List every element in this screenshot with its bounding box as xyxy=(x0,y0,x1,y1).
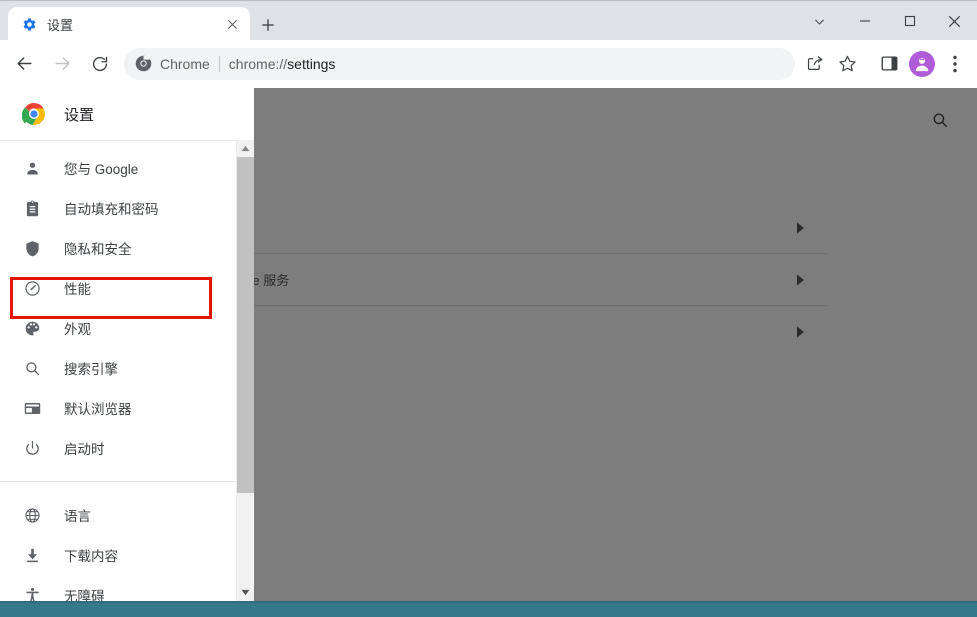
sidebar-item-label: 性能 xyxy=(64,282,91,297)
omnibox-chrome-label: Chrome xyxy=(160,55,210,72)
maximize-button[interactable] xyxy=(887,1,932,41)
sidebar-item-languages[interactable]: 语言 xyxy=(0,495,253,535)
sidebar-header: 设置 xyxy=(0,88,253,140)
sidebar-item-label: 外观 xyxy=(64,322,91,337)
settings-card-row-dimmed[interactable]: 置 xyxy=(213,306,827,357)
tab-strip: 设置 xyxy=(0,0,977,41)
desktop-taskbar xyxy=(0,601,977,617)
scrollbar-thumb[interactable] xyxy=(237,157,254,493)
sidebar-item-performance[interactable]: 性能 xyxy=(0,268,253,308)
download-icon xyxy=(22,545,42,565)
sidebar-item-label: 无障碍 xyxy=(64,589,105,601)
sidebar-item-on-startup[interactable]: 启动时 xyxy=(0,428,253,468)
sidebar-item-label: 您与 Google xyxy=(64,162,139,177)
scroll-down-arrow-icon[interactable] xyxy=(237,584,254,601)
reload-icon[interactable] xyxy=(84,48,116,80)
sidebar-item-downloads[interactable]: 下载内容 xyxy=(0,535,253,575)
power-icon xyxy=(22,438,42,458)
omnibox-separator xyxy=(218,55,220,72)
browser-tab-settings[interactable]: 设置 xyxy=(8,7,250,41)
sidebar-item-label: 默认浏览器 xyxy=(64,402,132,417)
chevron-right-icon xyxy=(793,221,807,235)
sidebar-item-accessibility[interactable]: 无障碍 xyxy=(0,575,253,601)
url-scheme: chrome:// xyxy=(228,55,288,72)
share-icon[interactable] xyxy=(799,48,831,80)
sidebar-item-label: 搜索引擎 xyxy=(64,362,118,377)
shield-icon xyxy=(22,238,42,258)
taskbar-top-edge xyxy=(0,601,977,603)
sidebar-items-list: 您与 Google 自动填充和密码 隐私和安全 性能 外观 搜索引擎 默认浏览器… xyxy=(0,141,253,601)
settings-card-row-dimmed[interactable] xyxy=(213,202,827,254)
star-icon[interactable] xyxy=(831,48,863,80)
settings-page: ogle 服务 置 xyxy=(0,88,977,601)
sidebar-item-you-and-google[interactable]: 您与 Google xyxy=(0,148,253,188)
sidebar-item-autofill-passwords[interactable]: 自动填充和密码 xyxy=(0,188,253,228)
three-dots-menu-icon[interactable] xyxy=(939,46,971,82)
speedometer-icon xyxy=(22,278,42,298)
chevron-right-icon xyxy=(793,325,807,339)
person-icon xyxy=(22,158,42,178)
settings-card-row-dimmed[interactable]: ogle 服务 xyxy=(213,254,827,306)
settings-sidebar: 设置 您与 Google 自动填充和密码 隐私和安全 性能 外观 搜索引擎 默认… xyxy=(0,88,254,601)
minimize-button[interactable] xyxy=(842,1,887,41)
settings-card-overlayed: ogle 服务 置 xyxy=(213,202,827,357)
profile-avatar[interactable] xyxy=(905,47,939,81)
url-path: settings xyxy=(287,55,336,72)
sidebar-item-label: 语言 xyxy=(64,509,91,524)
chrome-logo-icon xyxy=(21,102,46,126)
close-button[interactable] xyxy=(932,1,977,41)
omnibox-url: chrome://settings xyxy=(229,56,336,72)
address-bar[interactable]: Chrome chrome://settings xyxy=(124,47,795,80)
search-icon xyxy=(22,358,42,378)
browser-window: 设置 Chrome chrome://settings ogle 服务 设置 您… xyxy=(0,0,977,617)
forward-arrow-icon xyxy=(46,48,78,80)
avatar xyxy=(909,50,935,77)
scroll-up-arrow-icon[interactable] xyxy=(237,140,254,157)
sidebar-item-search-engine[interactable]: 搜索引擎 xyxy=(0,348,253,388)
gear-icon xyxy=(21,16,37,32)
sidebar-item-label: 隐私和安全 xyxy=(64,242,132,257)
sidebar-item-appearance[interactable]: 外观 xyxy=(0,308,253,348)
sidebar-title: 设置 xyxy=(64,106,95,124)
settings-search-icon[interactable] xyxy=(925,105,955,135)
chevron-right-icon xyxy=(793,273,807,287)
sidebar-item-label: 下载内容 xyxy=(64,549,118,564)
sidebar-item-default-browser[interactable]: 默认浏览器 xyxy=(0,388,253,428)
toolbar-right-actions xyxy=(799,46,977,82)
tab-search-chevron-down-icon[interactable] xyxy=(797,1,842,41)
browser-toolbar: Chrome chrome://settings xyxy=(0,40,977,88)
sidebar-item-label: 自动填充和密码 xyxy=(64,202,159,217)
sidebar-item-label: 启动时 xyxy=(64,442,105,457)
tab-title: 设置 xyxy=(47,17,74,33)
palette-icon xyxy=(22,318,42,338)
back-arrow-icon[interactable] xyxy=(8,48,40,80)
browser-window-icon xyxy=(22,398,42,418)
sidebar-scrollbar[interactable] xyxy=(236,140,254,601)
row-label: 置 xyxy=(235,323,793,342)
accessibility-icon xyxy=(22,585,42,601)
new-tab-button[interactable] xyxy=(254,11,282,39)
row-label: ogle 服务 xyxy=(235,273,290,288)
sidebar-item-privacy-security[interactable]: 隐私和安全 xyxy=(0,228,253,268)
window-controls xyxy=(797,1,977,41)
chrome-logo-icon xyxy=(134,55,152,73)
close-icon[interactable] xyxy=(220,12,244,36)
clipboard-icon xyxy=(22,198,42,218)
side-panel-icon[interactable] xyxy=(873,48,905,80)
globe-icon xyxy=(22,505,42,525)
